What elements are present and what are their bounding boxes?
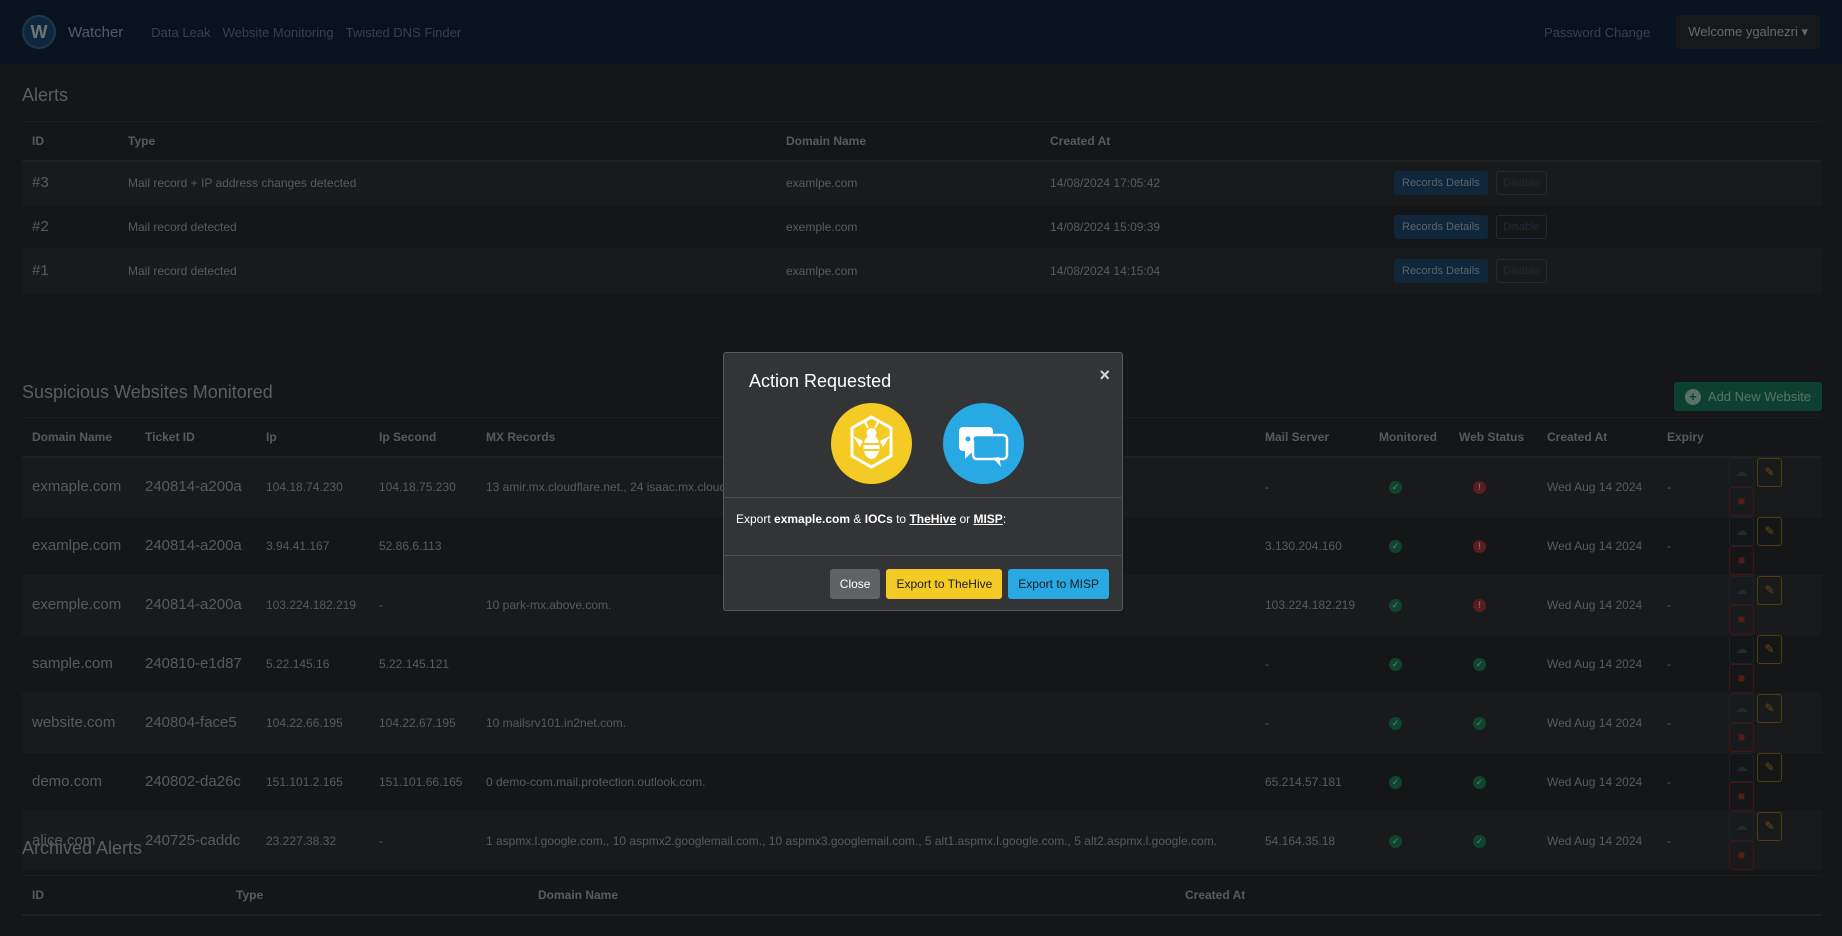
export-to-misp-button[interactable]: Export to MISP [1008,568,1109,599]
action-requested-modal: Action Requested × Export exmaple.com & … [723,352,1123,611]
modal-text-suffix: : [1002,512,1007,526]
close-button[interactable]: Close [829,568,881,599]
modal-title: Action Requested [749,371,892,391]
thehive-link[interactable]: TheHive [909,512,956,526]
modal-footer: Close Export to TheHive Export to MISP [724,556,1122,611]
close-icon[interactable]: × [1099,365,1110,386]
thehive-logo-icon [831,403,912,484]
modal-domain: exmaple.com [774,512,851,526]
modal-iocs: IOCs [864,512,893,526]
modal-body: Export exmaple.com & IOCs to TheHive or … [724,498,1122,556]
misp-logo-icon [943,403,1024,484]
modal-text-or: or [956,512,974,526]
modal-text-to: to [892,512,910,526]
modal-text-amp: & [850,512,865,526]
modal-header: Action Requested × [724,353,1122,498]
export-to-thehive-button[interactable]: Export to TheHive [886,568,1003,599]
modal-text-prefix: Export [736,512,775,526]
misp-link[interactable]: MISP [973,512,1002,526]
